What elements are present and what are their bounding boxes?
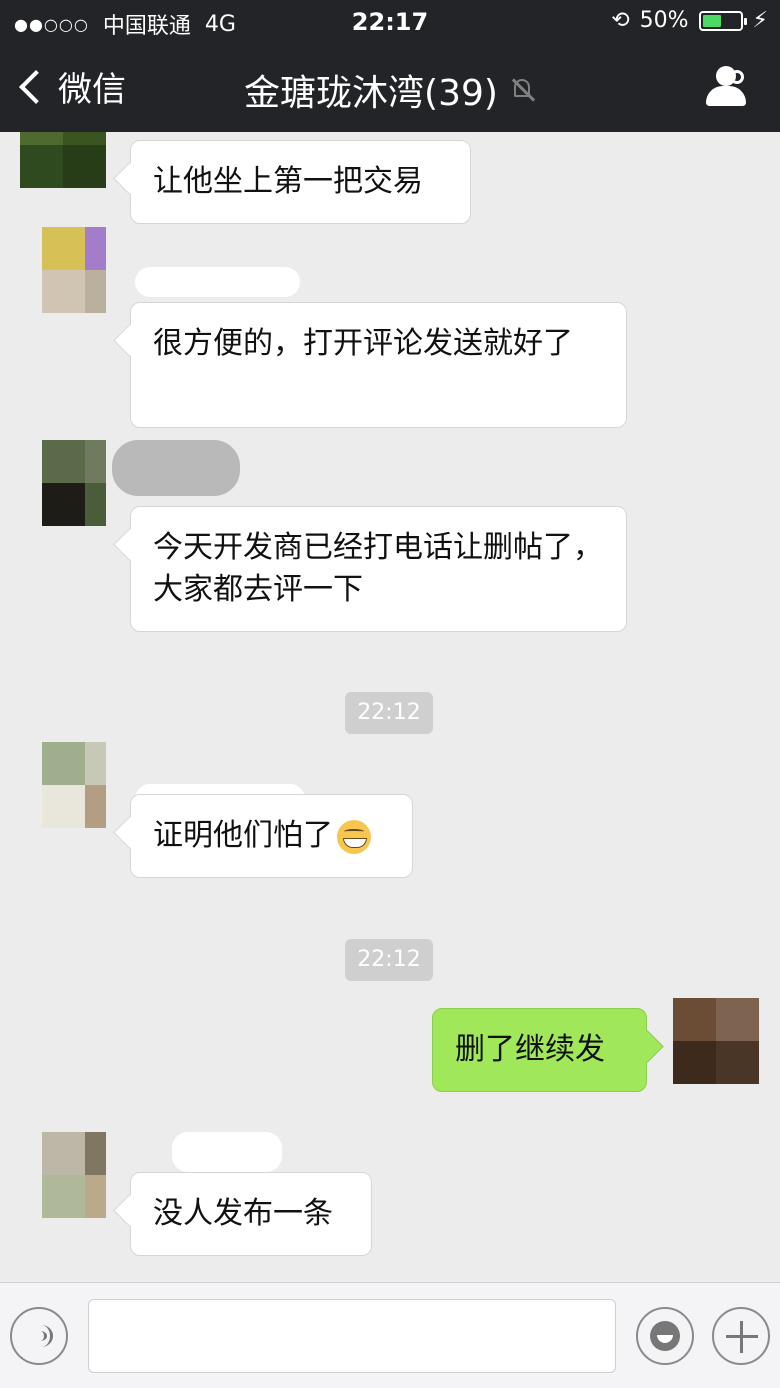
message-bubble[interactable]: 很方便的，打开评论发送就好了 <box>130 302 627 428</box>
message-text: 没人发布一条 <box>153 1196 333 1231</box>
message-text: 很方便的，打开评论发送就好了 <box>153 326 573 361</box>
message-bubble[interactable]: 没人发布一条 <box>130 1172 372 1256</box>
status-bar: ●●○○○ 中国联通 4G 22:17 ⟲ 50% ⚡ <box>0 0 780 44</box>
battery-percent: 50% <box>639 8 689 33</box>
chat-title: 金瑭珑沐湾(39) <box>0 64 780 116</box>
charging-icon: ⚡ <box>752 8 768 33</box>
sender-name <box>112 440 240 496</box>
message-input[interactable] <box>88 1299 616 1373</box>
grin-emoji-icon <box>337 819 371 854</box>
message-text: 证明他们怕了 <box>153 818 333 853</box>
rotation-lock-icon: ⟲ <box>611 8 630 33</box>
more-button[interactable] <box>712 1307 770 1365</box>
avatar[interactable] <box>20 1132 106 1218</box>
mute-icon <box>510 77 536 103</box>
avatar[interactable] <box>20 227 106 313</box>
avatar[interactable] <box>20 132 106 188</box>
own-message-bubble[interactable]: 删了继续发 <box>432 1008 647 1092</box>
group-name: 金瑭珑沐湾(39) <box>244 73 498 114</box>
group-members-icon[interactable] <box>698 66 752 108</box>
input-bar <box>0 1282 780 1388</box>
message-bubble[interactable]: 今天开发商已经打电话让删帖了，大家都去评一下 <box>130 506 627 632</box>
message-text: 让他坐上第一把交易 <box>153 164 423 199</box>
voice-button[interactable] <box>10 1307 68 1365</box>
battery-fill <box>702 14 721 27</box>
message-bubble[interactable]: 让他坐上第一把交易 <box>130 140 471 224</box>
own-avatar[interactable] <box>673 998 759 1084</box>
message-text: 今天开发商已经打电话让删帖了，大家都去评一下 <box>153 530 603 607</box>
battery-icon <box>698 10 747 31</box>
message-list[interactable]: 让他坐上第一把交易 很方便的，打开评论发送就好了 今天开发商已经打电话让删帖了，… <box>0 132 780 1282</box>
sender-name <box>172 1132 282 1172</box>
emoji-icon <box>650 1321 680 1351</box>
avatar[interactable] <box>20 440 106 526</box>
top-bar: ●●○○○ 中国联通 4G 22:17 ⟲ 50% ⚡ 微信 金瑭珑沐湾(39) <box>0 0 780 132</box>
emoji-button[interactable] <box>636 1307 694 1365</box>
message-text: 删了继续发 <box>455 1032 605 1067</box>
timestamp: 22:12 <box>345 939 433 981</box>
message-bubble[interactable]: 证明他们怕了 <box>130 794 413 878</box>
avatar[interactable] <box>20 742 106 828</box>
timestamp: 22:12 <box>345 692 433 734</box>
sender-name <box>135 267 300 297</box>
nav-bar: 微信 金瑭珑沐湾(39) <box>0 44 780 132</box>
